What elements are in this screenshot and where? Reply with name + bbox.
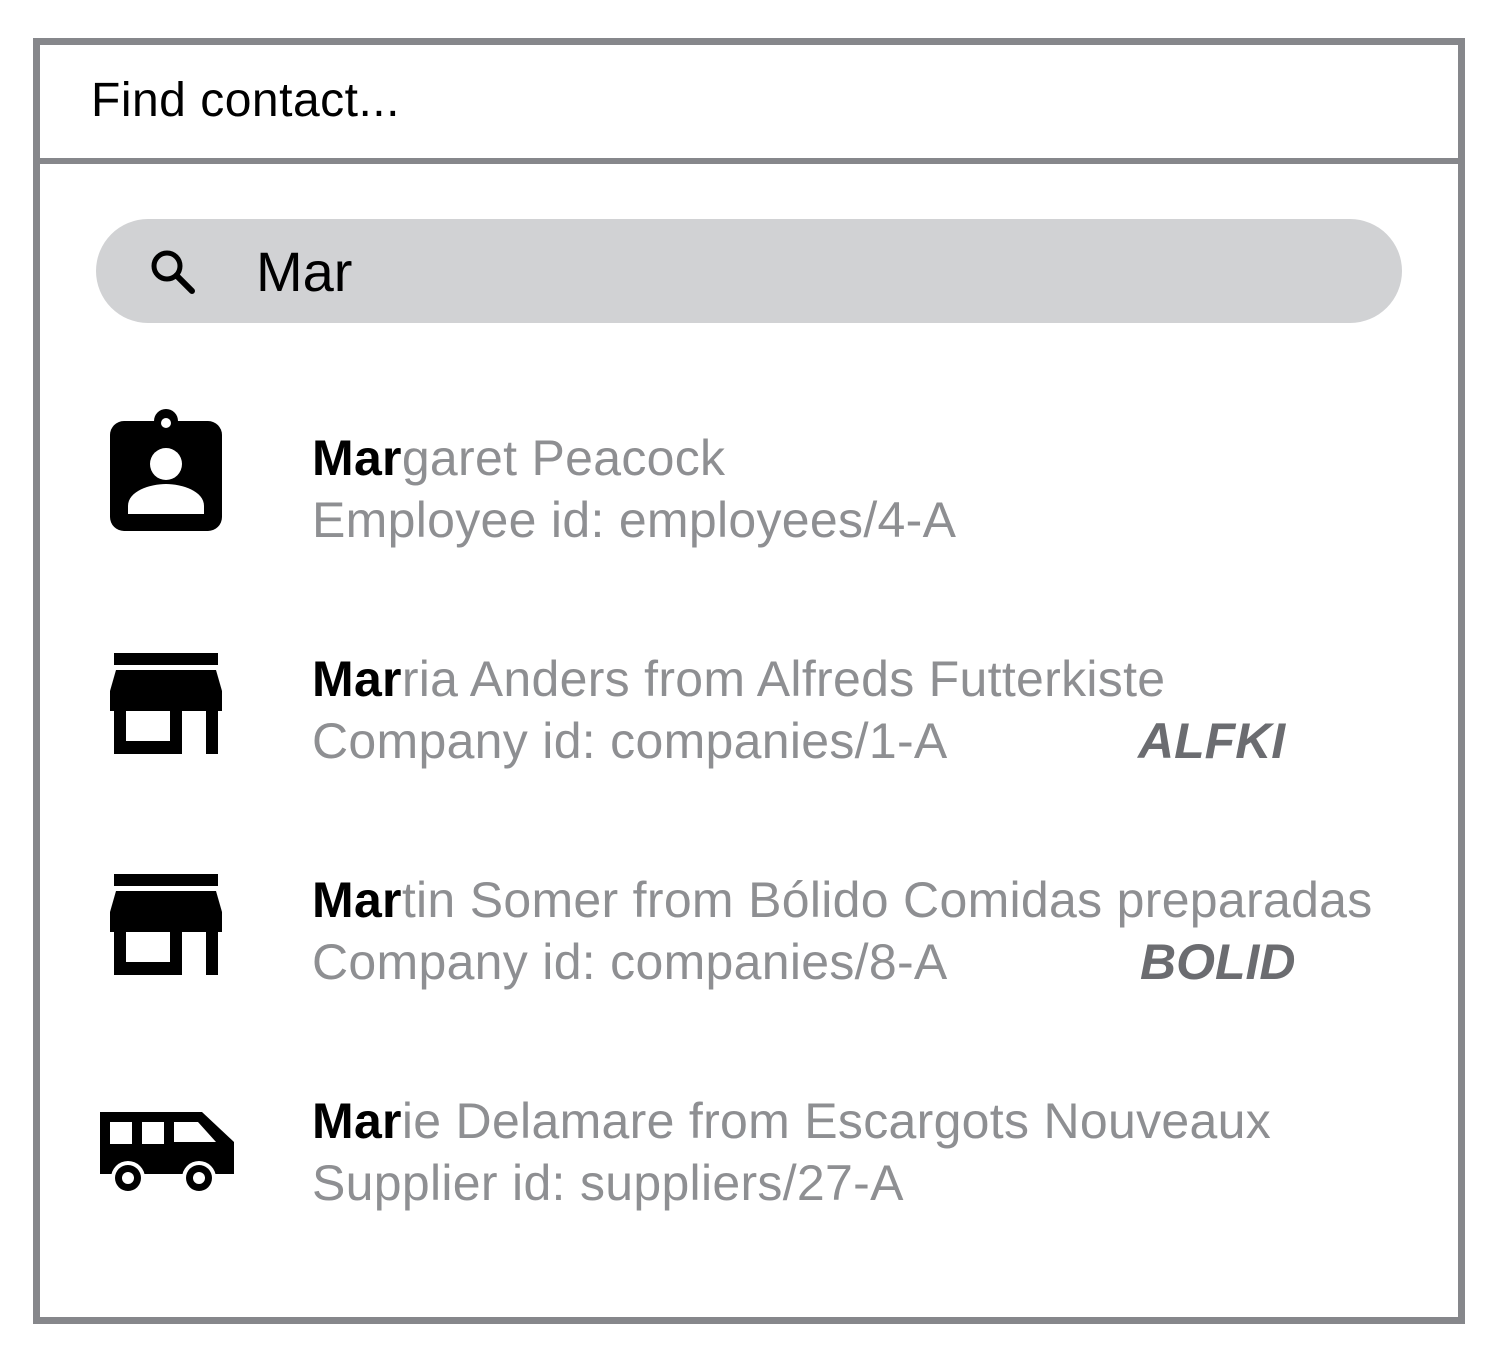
name-match: Mar	[312, 1093, 402, 1149]
result-name: Marria Anders from Alfreds Futterkiste	[312, 648, 1165, 710]
search-icon	[151, 250, 195, 294]
dialog-titlebar: Find contact...	[40, 45, 1458, 164]
result-name: Margaret Peacock	[312, 427, 725, 489]
name-match: Mar	[312, 430, 402, 486]
van-icon	[100, 1112, 234, 1195]
name-rest: ria Anders from Alfreds Futterkiste	[401, 651, 1166, 707]
result-item[interactable]: Marria Anders from Alfreds Futterkiste C…	[40, 648, 1458, 808]
result-id: Company id: companies/8-A	[312, 934, 948, 990]
name-rest: ie Delamare from Escargots Nouveaux	[401, 1093, 1272, 1149]
name-rest: tin Somer from Bólido Comidas preparadas	[401, 872, 1373, 928]
search-input[interactable]	[246, 233, 1346, 309]
dialog-title: Find contact...	[91, 74, 400, 127]
result-item[interactable]: Martin Somer from Bólido Comidas prepara…	[40, 869, 1458, 1029]
result-id: Employee id: employees/4-A	[312, 492, 957, 548]
name-match: Mar	[312, 872, 402, 928]
result-code: BOLID	[1140, 934, 1296, 990]
result-item[interactable]: Marie Delamare from Escargots Nouveaux S…	[40, 1090, 1458, 1250]
result-code: ALFKI	[1138, 713, 1286, 769]
find-contact-dialog: Find contact... Margaret Peacock Employe…	[33, 38, 1465, 1324]
search-bar[interactable]	[96, 219, 1402, 323]
result-id: Supplier id: suppliers/27-A	[312, 1155, 904, 1211]
result-name: Marie Delamare from Escargots Nouveaux	[312, 1090, 1271, 1152]
storefront-icon	[110, 874, 222, 975]
name-match: Mar	[312, 651, 402, 707]
storefront-icon	[110, 653, 222, 754]
name-rest: garet Peacock	[401, 430, 726, 486]
result-id: Company id: companies/1-A	[312, 713, 948, 769]
result-name: Martin Somer from Bólido Comidas prepara…	[312, 869, 1373, 931]
employee-badge-icon	[110, 409, 222, 531]
result-item[interactable]: Margaret Peacock Employee id: employees/…	[40, 409, 1458, 587]
